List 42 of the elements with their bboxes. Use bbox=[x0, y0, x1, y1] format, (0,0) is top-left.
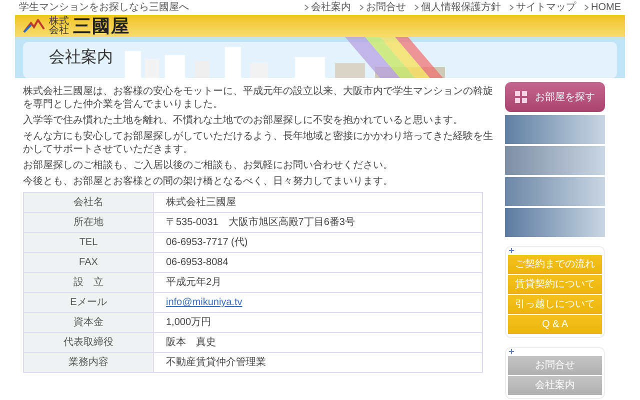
chevron-icon bbox=[584, 4, 589, 11]
room-search-button[interactable]: お部屋を探す bbox=[505, 82, 605, 112]
table-label: 代表取締役 bbox=[24, 332, 154, 352]
table-cell: 06-6953-7717 (代) bbox=[154, 232, 482, 252]
campus-banner[interactable] bbox=[505, 146, 605, 175]
campus-banner[interactable] bbox=[505, 177, 605, 206]
table-label: TEL bbox=[24, 232, 154, 252]
table-label: FAX bbox=[24, 252, 154, 272]
intro-paragraph: 今後とも、お部屋とお客様との間の架け橋となるべく、日々努力してまいります。 bbox=[23, 175, 394, 188]
table-label: 業務内容 bbox=[24, 352, 154, 372]
table-label: 所在地 bbox=[24, 212, 154, 232]
page-title: 会社案内 bbox=[49, 47, 113, 68]
nav-link[interactable]: サイトマップ bbox=[509, 2, 576, 12]
chevron-icon bbox=[414, 4, 419, 11]
nav-link[interactable]: 個人情報保護方針 bbox=[414, 2, 501, 12]
campus-banner[interactable] bbox=[505, 208, 605, 237]
email-link[interactable]: info@mikuniya.tv bbox=[166, 297, 242, 308]
table-cell: 不動産賃貸仲介管理業 bbox=[154, 352, 482, 372]
table-cell: 株式会社三國屋 bbox=[154, 192, 482, 212]
campus-banner[interactable] bbox=[505, 115, 605, 144]
plus-icon bbox=[509, 248, 514, 253]
table-cell: 1,000万円 bbox=[154, 312, 482, 332]
table-cell: 平成元年2月 bbox=[154, 272, 482, 292]
intro-paragraph: お部屋探しのご相談も、ご入居以後のご相談も、お気軽にお問い合わせください。 bbox=[23, 159, 394, 172]
chevron-icon bbox=[509, 4, 514, 11]
table-label: Eメール bbox=[24, 292, 154, 312]
table-cell: 〒535-0031 大阪市旭区高殿7丁目6番3号 bbox=[154, 212, 482, 232]
intro-paragraph: そんな方にも安心してお部屋探しがしていただけるよう、長年地域と密接にかかわり培ってきた経験を生かしてサポートさせていただきます。 bbox=[23, 130, 493, 156]
table-cell: 阪本 真史 bbox=[154, 332, 482, 352]
table-cell: 06-6953-8084 bbox=[154, 252, 482, 272]
intro-paragraph: 株式会社三國屋は、お客様の安心をモットーに、平成元年の設立以来、大阪市内で学生マンションの斡旋を専門とした仲介業を営んでまいりました。 bbox=[23, 85, 493, 111]
plus-icon bbox=[509, 349, 514, 354]
chevron-icon bbox=[359, 4, 364, 11]
nav-link[interactable]: お問合せ bbox=[359, 2, 406, 12]
table-label: 設 立 bbox=[24, 272, 154, 292]
nav-link[interactable]: 会社案内 bbox=[304, 2, 351, 12]
table-label: 会社名 bbox=[24, 192, 154, 212]
chevron-icon bbox=[304, 4, 309, 11]
nav-link[interactable]: HOME bbox=[584, 2, 621, 12]
intro-paragraph: 入学等で住み慣れた土地を離れ、不慣れな土地でのお部屋探しに不安を抱かれていると思います。 bbox=[23, 114, 464, 127]
tagline: 学生マンションをお探しなら三國屋へ bbox=[19, 2, 189, 12]
table-label: 資本金 bbox=[24, 312, 154, 332]
